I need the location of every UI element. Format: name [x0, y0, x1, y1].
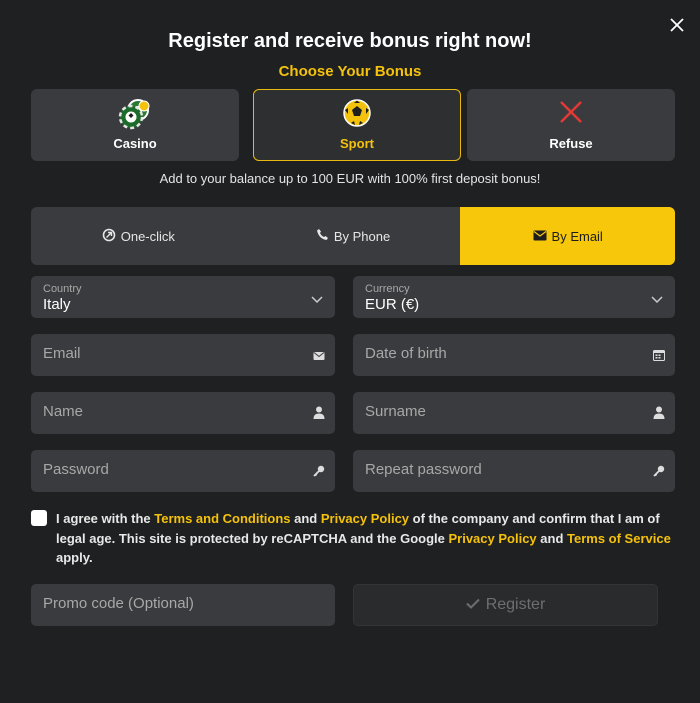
bonus-option-sport[interactable]: Sport [253, 89, 461, 161]
date-of-birth-field[interactable]: Date of birth [353, 334, 675, 376]
red-cross-icon [556, 97, 586, 132]
modal-subtitle: Choose Your Bonus [278, 63, 422, 80]
key-icon [313, 464, 325, 482]
tab-label: One-click [120, 228, 175, 244]
dob-placeholder: Date of birth [365, 345, 447, 362]
agreement-text-part: and [290, 511, 321, 526]
terms-and-conditions-link[interactable]: Terms and Conditions [154, 511, 290, 526]
envelope-icon [533, 229, 547, 244]
tab-label: By Phone [333, 228, 391, 244]
casino-chips-icon [115, 97, 155, 138]
key-icon [653, 464, 665, 482]
currency-select[interactable]: Currency EUR (€) [353, 276, 675, 318]
terms-agreement: I agree with the Terms and Conditions an… [31, 509, 675, 568]
name-placeholder: Name [43, 403, 84, 420]
repeat-password-field[interactable]: Repeat password [353, 450, 675, 492]
surname-placeholder: Surname [365, 403, 426, 420]
bonus-option-casino[interactable]: Casino [31, 89, 239, 161]
agreement-text-part: I agree with the [56, 511, 155, 526]
register-label: Register [485, 596, 546, 613]
country-value: Italy [43, 296, 71, 313]
envelope-icon [313, 348, 325, 366]
bonus-option-label: Sport [340, 136, 374, 151]
terms-checkbox[interactable] [31, 510, 47, 526]
country-label: Country [43, 283, 82, 295]
password-field[interactable]: Password [31, 450, 335, 492]
currency-label: Currency [365, 283, 410, 295]
promo-code-field[interactable]: Promo code (Optional) [31, 584, 335, 626]
tab-by-phone[interactable]: By Phone [246, 207, 461, 265]
phone-icon [316, 228, 329, 244]
bonus-option-label: Casino [113, 136, 157, 151]
calendar-icon [653, 348, 665, 366]
checkmark-icon [465, 596, 480, 614]
agreement-text: I agree with the Terms and Conditions an… [56, 509, 675, 568]
tab-one-click[interactable]: One-click [31, 207, 246, 265]
rocket-icon [102, 228, 116, 245]
soccer-ball-icon [341, 97, 373, 134]
country-select[interactable]: Country Italy [31, 276, 335, 318]
tab-by-email[interactable]: By Email [460, 207, 675, 265]
terms-of-service-link[interactable]: Terms of Service [567, 531, 671, 546]
bonus-option-refuse[interactable]: Refuse [467, 89, 675, 161]
registration-method-tabs: One-click By Phone By Email [31, 207, 675, 265]
promo-code-placeholder: Promo code (Optional) [43, 595, 194, 612]
agreement-text-part: and [536, 530, 567, 546]
bonus-options: Casino Sport Refuse [31, 89, 675, 161]
bonus-description: Add to your balance up to 100 EUR with 1… [159, 171, 541, 186]
user-icon [653, 406, 665, 424]
agreement-text-part: apply. [56, 550, 93, 565]
register-button[interactable]: Register [353, 584, 658, 626]
repeat-password-placeholder: Repeat password [365, 461, 482, 478]
bonus-option-label: Refuse [549, 136, 593, 151]
chevron-down-icon [651, 291, 663, 309]
currency-value: EUR (€) [365, 296, 420, 313]
user-icon [313, 406, 325, 424]
email-field[interactable]: Email [31, 334, 335, 376]
privacy-policy-link[interactable]: Privacy Policy [321, 511, 409, 526]
password-placeholder: Password [43, 461, 109, 478]
email-placeholder: Email [43, 345, 81, 362]
modal-title: Register and receive bonus right now! [168, 30, 532, 52]
surname-field[interactable]: Surname [353, 392, 675, 434]
name-field[interactable]: Name [31, 392, 335, 434]
chevron-down-icon [311, 291, 323, 309]
tab-label: By Email [551, 228, 603, 244]
google-privacy-policy-link[interactable]: Privacy Policy [448, 531, 536, 546]
